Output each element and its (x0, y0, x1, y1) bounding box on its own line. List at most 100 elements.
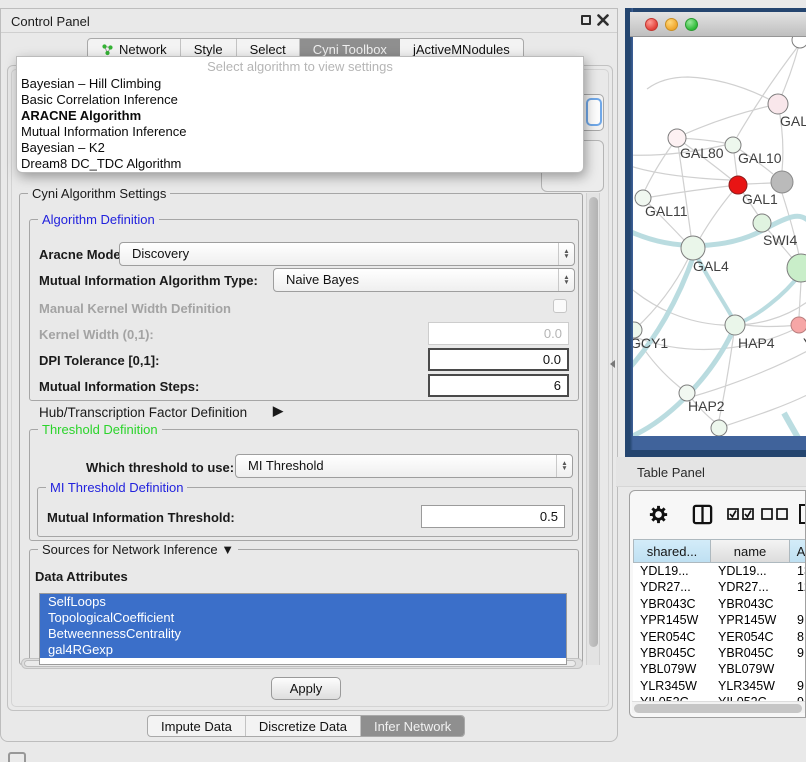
node-green-large[interactable] (787, 254, 806, 282)
mi-steps-field[interactable] (428, 374, 569, 397)
network-view-window: GAL GAL80 GAL10 GAL1 GAL11 SWI4 GAL4 GCY… (625, 8, 806, 457)
mi-algorithm-type-label: Mutual Information Algorithm Type: (39, 273, 258, 288)
popup-item-bayesian-hill-climbing[interactable]: Bayesian – Hill Climbing (17, 76, 583, 92)
table-row[interactable]: YPR145WYPR145W9. (633, 612, 806, 628)
splitpane-collapse-handle[interactable] (610, 360, 615, 368)
table-row[interactable]: YER054CYER054C8. (633, 629, 806, 645)
data-attributes-list: SelfLoops TopologicalCoefficient Between… (39, 593, 567, 665)
columns-checked-icon[interactable] (727, 508, 755, 521)
node-label: GAL1 (742, 191, 778, 207)
column-header-name[interactable]: name (711, 539, 790, 563)
node-label: GAL4 (693, 258, 729, 274)
node-label: HAP2 (688, 398, 725, 414)
algorithm-select-popup: Select algorithm to view settings Bayesi… (16, 56, 584, 173)
sources-collapse-arrow-icon[interactable]: ▼ (221, 542, 234, 557)
dpi-tolerance-field[interactable] (428, 348, 569, 371)
table-horizontal-scrollbar-thumb[interactable] (634, 704, 802, 713)
mi-threshold-field[interactable] (421, 505, 565, 528)
which-threshold-combobox[interactable]: MI Threshold ▲▼ (235, 454, 573, 478)
settings-vertical-scrollbar[interactable] (586, 193, 600, 665)
tab-impute-data[interactable]: Impute Data (148, 716, 246, 736)
table-panel-title: Table Panel (637, 465, 705, 480)
popup-item-basic-correlation[interactable]: Basic Correlation Inference (17, 92, 583, 108)
node-bottom[interactable] (711, 420, 727, 436)
node-swi4[interactable] (753, 214, 771, 232)
aracne-mode-combobox[interactable]: Discovery ▲▼ (119, 242, 575, 266)
manual-kernel-width-checkbox[interactable] (553, 299, 567, 313)
mi-threshold-definition-title: MI Threshold Definition (46, 480, 187, 495)
minimize-traffic-light-icon[interactable] (665, 18, 678, 31)
tab-infer-network[interactable]: Infer Network (361, 716, 464, 736)
list-item-selfloops[interactable]: SelfLoops (40, 594, 566, 610)
node-hap4[interactable] (725, 315, 745, 335)
mi-steps-label: Mutual Information Steps: (39, 379, 199, 394)
app-root: Control Panel Network Style Select Cyni … (0, 0, 806, 762)
node-label: GAL (780, 113, 806, 129)
data-attributes-label: Data Attributes (35, 569, 128, 584)
hub-definition-label[interactable]: Hub/Transcription Factor Definition (39, 405, 247, 420)
table-row[interactable]: YDL19...YDL19...13 (633, 563, 806, 579)
stepper-arrows-icon: ▲▼ (558, 269, 574, 291)
popup-prompt: Select algorithm to view settings (17, 57, 583, 76)
list-item-betweennesscentrality[interactable]: BetweennessCentrality (40, 626, 566, 642)
tab-network-label: Network (119, 42, 167, 57)
list-item-gal4rgexp[interactable]: gal4RGexp (40, 642, 566, 658)
minimized-panel-icon[interactable] (8, 752, 26, 762)
table-row[interactable]: YDR27...YDR27...12 (633, 579, 806, 595)
node-label: GAL10 (738, 150, 782, 166)
cyni-algorithm-settings-title: Cyni Algorithm Settings (28, 186, 170, 201)
network-canvas[interactable]: GAL GAL80 GAL10 GAL1 GAL11 SWI4 GAL4 GCY… (633, 37, 806, 436)
which-threshold-label: Which threshold to use: (86, 460, 234, 475)
settings-gear-icon[interactable] (647, 503, 670, 526)
tab-discretize-data[interactable]: Discretize Data (246, 716, 361, 736)
dpi-tolerance-label: DPI Tolerance [0,1]: (39, 353, 159, 368)
algorithm-combobox-focus-ring (586, 98, 602, 126)
table-header-row: shared... name A (633, 539, 806, 563)
node-gal2[interactable] (768, 94, 788, 114)
threshold-definition-title: Threshold Definition (38, 422, 162, 437)
float-window-icon[interactable] (581, 15, 591, 25)
aracne-mode-value: Discovery (132, 246, 189, 261)
table-row[interactable]: YBL079WYBL079W (633, 661, 806, 677)
node-label: GCY1 (633, 335, 668, 351)
zoom-traffic-light-icon[interactable] (685, 18, 698, 31)
document-icon[interactable] (798, 504, 806, 524)
kernel-width-field[interactable] (428, 322, 569, 345)
table-horizontal-scrollbar[interactable] (632, 701, 805, 713)
node-label: SWI4 (763, 232, 797, 248)
node-gal4[interactable] (681, 236, 705, 260)
network-icon (101, 43, 114, 56)
mi-algorithm-type-combobox[interactable]: Naive Bayes ▲▼ (273, 268, 575, 292)
node[interactable] (792, 37, 806, 48)
close-traffic-light-icon[interactable] (645, 18, 658, 31)
column-split-icon[interactable] (691, 503, 714, 526)
control-panel-title: Control Panel (11, 14, 90, 29)
apply-button[interactable]: Apply (271, 677, 341, 700)
table-row[interactable]: YIL052CYIL052C9. (633, 694, 806, 701)
hub-expand-arrow-icon[interactable]: ▶ (273, 403, 283, 419)
node-label: HAP4 (738, 335, 775, 351)
node-gray[interactable] (771, 171, 793, 193)
manual-kernel-width-label: Manual Kernel Width Definition (39, 301, 231, 316)
aracne-mode-label: Aracne Mode: (39, 247, 125, 262)
popup-item-mutual-information[interactable]: Mutual Information Inference (17, 124, 583, 140)
popup-item-bayesian-k2[interactable]: Bayesian – K2 (17, 140, 583, 156)
column-header-shared-name[interactable]: shared... (633, 539, 711, 563)
stepper-arrows-icon: ▲▼ (558, 243, 574, 265)
column-header-partial[interactable]: A (790, 539, 806, 563)
node-salmon[interactable] (791, 317, 806, 333)
table-row[interactable]: YLR345WYLR345W9. (633, 678, 806, 694)
popup-item-aracne[interactable]: ARACNE Algorithm (17, 108, 583, 124)
algorithm-definition-title: Algorithm Definition (38, 212, 159, 227)
table-panel-window: shared... name A YDL19...YDL19...13 YDR2… (629, 490, 806, 718)
table-row[interactable]: YBR045CYBR045C9. (633, 645, 806, 661)
close-icon[interactable] (597, 14, 609, 26)
cyni-bottom-tabbar: Impute Data Discretize Data Infer Networ… (147, 715, 465, 737)
table-row[interactable]: YBR043CYBR043C (633, 596, 806, 612)
columns-unchecked-icon[interactable] (761, 508, 789, 521)
sources-title: Sources for Network Inference ▼ (38, 542, 238, 557)
popup-item-dream8[interactable]: Dream8 DC_TDC Algorithm (17, 156, 583, 172)
network-node-labels: GAL GAL80 GAL10 GAL1 GAL11 SWI4 GAL4 GCY… (633, 113, 806, 414)
list-item-topologicalcoefficient[interactable]: TopologicalCoefficient (40, 610, 566, 626)
network-window-titlebar (630, 12, 806, 37)
